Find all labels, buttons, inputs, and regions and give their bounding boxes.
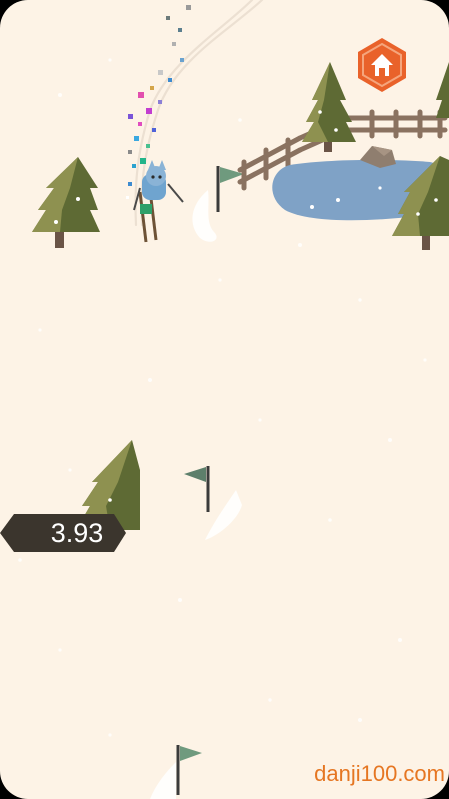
gate-flag-middle [184,466,210,512]
game-screen[interactable]: 3.93 danji100.com [0,0,449,799]
ski-slope-scene [18,0,449,799]
snow-spray-top [192,190,217,242]
snow-spray-bottom [150,762,176,799]
snow-spray-middle [205,490,242,540]
timer-value: 3.93 [50,518,104,548]
pine-tree-right-top [436,62,449,118]
gate-flag-top [216,166,244,212]
home-icon [358,38,406,92]
site-watermark: danji100.com [314,761,445,786]
pine-tree-left-top [32,157,100,248]
pine-tree-fence [302,62,356,152]
skier-character [133,160,184,243]
home-button[interactable] [353,36,411,94]
gate-flag-bottom [176,745,202,795]
timer-badge: 3.93 [0,514,128,552]
